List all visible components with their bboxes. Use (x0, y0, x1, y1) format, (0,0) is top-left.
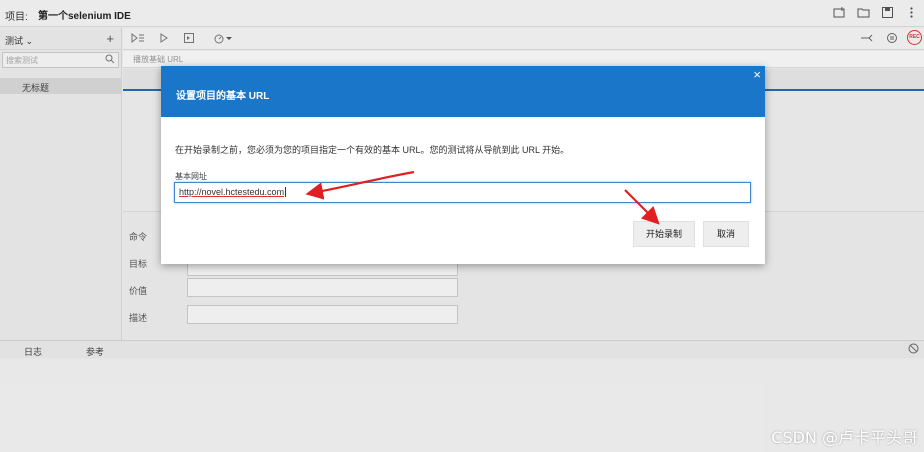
base-url-dialog: 设置项目的基本 URL × 在开始录制之前，您必须为您的项目指定一个有效的基本 … (161, 66, 765, 264)
base-url-value: http://novel.hctestedu.com (179, 187, 285, 197)
cancel-button[interactable]: 取消 (703, 221, 749, 247)
start-recording-button[interactable]: 开始录制 (633, 221, 695, 247)
dialog-description: 在开始录制之前，您必须为您的项目指定一个有效的基本 URL。您的测试将从导航到此… (175, 145, 570, 155)
watermark-text: CSDN @卢卡平头哥 (771, 428, 918, 447)
close-icon[interactable]: × (753, 68, 761, 82)
base-url-input[interactable]: http://novel.hctestedu.com (174, 182, 751, 203)
base-url-field-label: 基本网址 (175, 172, 207, 181)
dialog-title: 设置项目的基本 URL (176, 91, 270, 102)
dialog-header: 设置项目的基本 URL × (161, 66, 765, 117)
